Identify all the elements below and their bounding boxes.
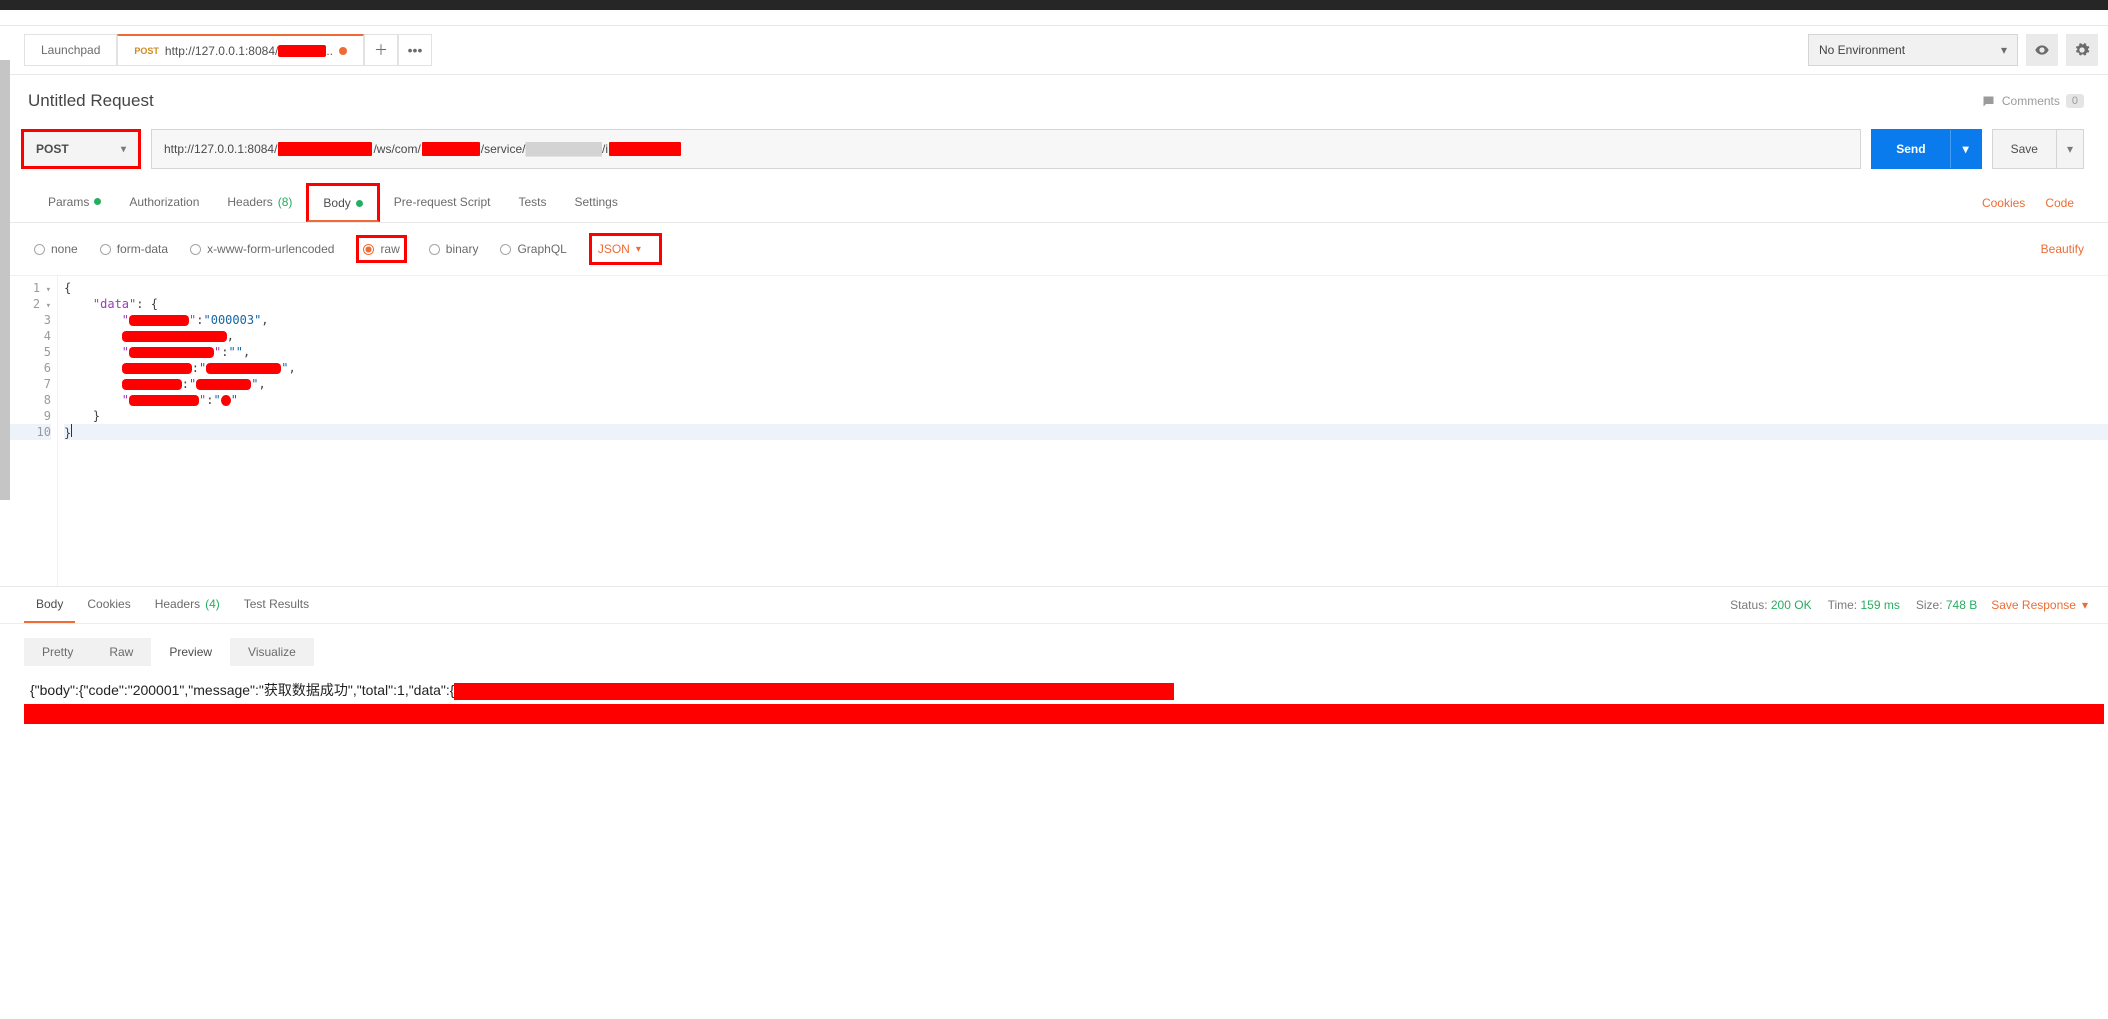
send-label: Send: [1872, 142, 1949, 156]
tab-settings[interactable]: Settings: [561, 185, 632, 221]
body-urlencoded[interactable]: x-www-form-urlencoded: [190, 242, 334, 256]
send-dropdown[interactable]: ▾: [1951, 142, 1981, 156]
comments-button[interactable]: Comments 0: [1981, 94, 2084, 109]
save-label: Save: [1993, 142, 2056, 156]
body-none[interactable]: none: [34, 242, 78, 256]
resp-tab-tests[interactable]: Test Results: [232, 587, 321, 623]
window-title-bar: [0, 0, 2108, 10]
resp-view-pretty[interactable]: Pretty: [24, 638, 91, 666]
url-input[interactable]: http://127.0.0.1:8084//ws/com//service/█…: [151, 129, 1861, 169]
request-title[interactable]: Untitled Request: [28, 91, 154, 111]
environment-select[interactable]: No Environment ▾: [1808, 34, 2018, 66]
gear-icon: [2074, 42, 2090, 58]
new-tab-button[interactable]: ＋: [364, 34, 398, 66]
toolbar-strip: [0, 10, 2108, 26]
environment-label: No Environment: [1819, 43, 1905, 57]
response-view-tabs: Pretty Raw Preview Visualize: [0, 624, 2108, 676]
response-text: {"body":{"code":"200001","message":"获取数据…: [30, 682, 454, 698]
body-editor[interactable]: 12345678910 { "data": { "":"000003", , "…: [0, 276, 2108, 586]
eye-icon: [2034, 42, 2050, 58]
request-title-row: Untitled Request Comments 0: [0, 75, 2108, 129]
response-body: {"body":{"code":"200001","message":"获取数据…: [0, 676, 2108, 740]
method-select[interactable]: POST ▾: [21, 129, 141, 169]
caret-down-icon: ▾: [2082, 598, 2088, 612]
code-link[interactable]: Code: [2035, 186, 2084, 220]
caret-down-icon: ▾: [2001, 43, 2007, 57]
active-dot-icon: [94, 198, 101, 205]
url-row: POST ▾ http://127.0.0.1:8084//ws/com//se…: [0, 129, 2108, 183]
resp-tab-cookies[interactable]: Cookies: [75, 587, 142, 623]
comments-label: Comments: [2002, 94, 2060, 108]
send-button[interactable]: Send ▾: [1871, 129, 1981, 169]
comments-count: 0: [2066, 94, 2084, 108]
unsaved-dot-icon: [339, 47, 347, 55]
tab-method: POST: [134, 46, 159, 56]
redaction-block: [454, 683, 1174, 700]
cookies-link[interactable]: Cookies: [1972, 186, 2035, 220]
body-type-row: none form-data x-www-form-urlencoded raw…: [0, 223, 2108, 276]
resp-view-raw[interactable]: Raw: [91, 638, 151, 666]
sidebar-scroll-handle[interactable]: [0, 60, 10, 500]
body-binary[interactable]: binary: [429, 242, 479, 256]
body-raw[interactable]: raw: [356, 235, 406, 263]
redaction-block: [24, 704, 2104, 724]
request-tabs: Params Authorization Headers(8) Body Pre…: [0, 183, 2108, 223]
tab-tests[interactable]: Tests: [504, 185, 560, 221]
tab-authorization[interactable]: Authorization: [115, 185, 213, 221]
resp-view-visualize[interactable]: Visualize: [230, 638, 314, 666]
response-tabs: Body Cookies Headers(4) Test Results Sta…: [0, 586, 2108, 624]
tab-prerequest[interactable]: Pre-request Script: [380, 185, 505, 221]
response-meta: Status: 200 OK Time: 159 ms Size: 748 B: [1730, 598, 1991, 612]
editor-code[interactable]: { "data": { "":"000003", , "":"", :"", :…: [58, 276, 2108, 586]
save-response-button[interactable]: Save Response▾: [1991, 598, 2088, 612]
tab-headers[interactable]: Headers(8): [213, 185, 306, 221]
tab-body[interactable]: Body: [306, 183, 379, 222]
tab-launchpad[interactable]: Launchpad: [24, 34, 117, 66]
body-formdata[interactable]: form-data: [100, 242, 168, 256]
resp-tab-headers[interactable]: Headers(4): [143, 587, 232, 623]
tab-url: http://127.0.0.1:8084/..: [165, 44, 333, 58]
body-format-select[interactable]: JSON▾: [589, 233, 662, 265]
tab-request[interactable]: POST http://127.0.0.1:8084/..: [117, 34, 364, 66]
tab-overflow-button[interactable]: •••: [398, 34, 432, 66]
caret-down-icon: ▾: [636, 244, 641, 255]
tab-label: Launchpad: [41, 43, 100, 57]
tab-params[interactable]: Params: [34, 185, 115, 221]
resp-tab-body[interactable]: Body: [24, 587, 75, 623]
beautify-button[interactable]: Beautify: [2041, 242, 2084, 256]
tab-header: Launchpad POST http://127.0.0.1:8084/.. …: [0, 26, 2108, 75]
resp-view-preview[interactable]: Preview: [151, 638, 230, 666]
settings-button[interactable]: [2066, 34, 2098, 66]
save-button[interactable]: Save ▾: [1992, 129, 2084, 169]
save-dropdown[interactable]: ▾: [2057, 142, 2083, 156]
comment-icon: [1981, 94, 1996, 109]
active-dot-icon: [356, 200, 363, 207]
method-value: POST: [36, 142, 69, 156]
caret-down-icon: ▾: [121, 144, 126, 155]
environment-preview-button[interactable]: [2026, 34, 2058, 66]
body-graphql[interactable]: GraphQL: [500, 242, 566, 256]
